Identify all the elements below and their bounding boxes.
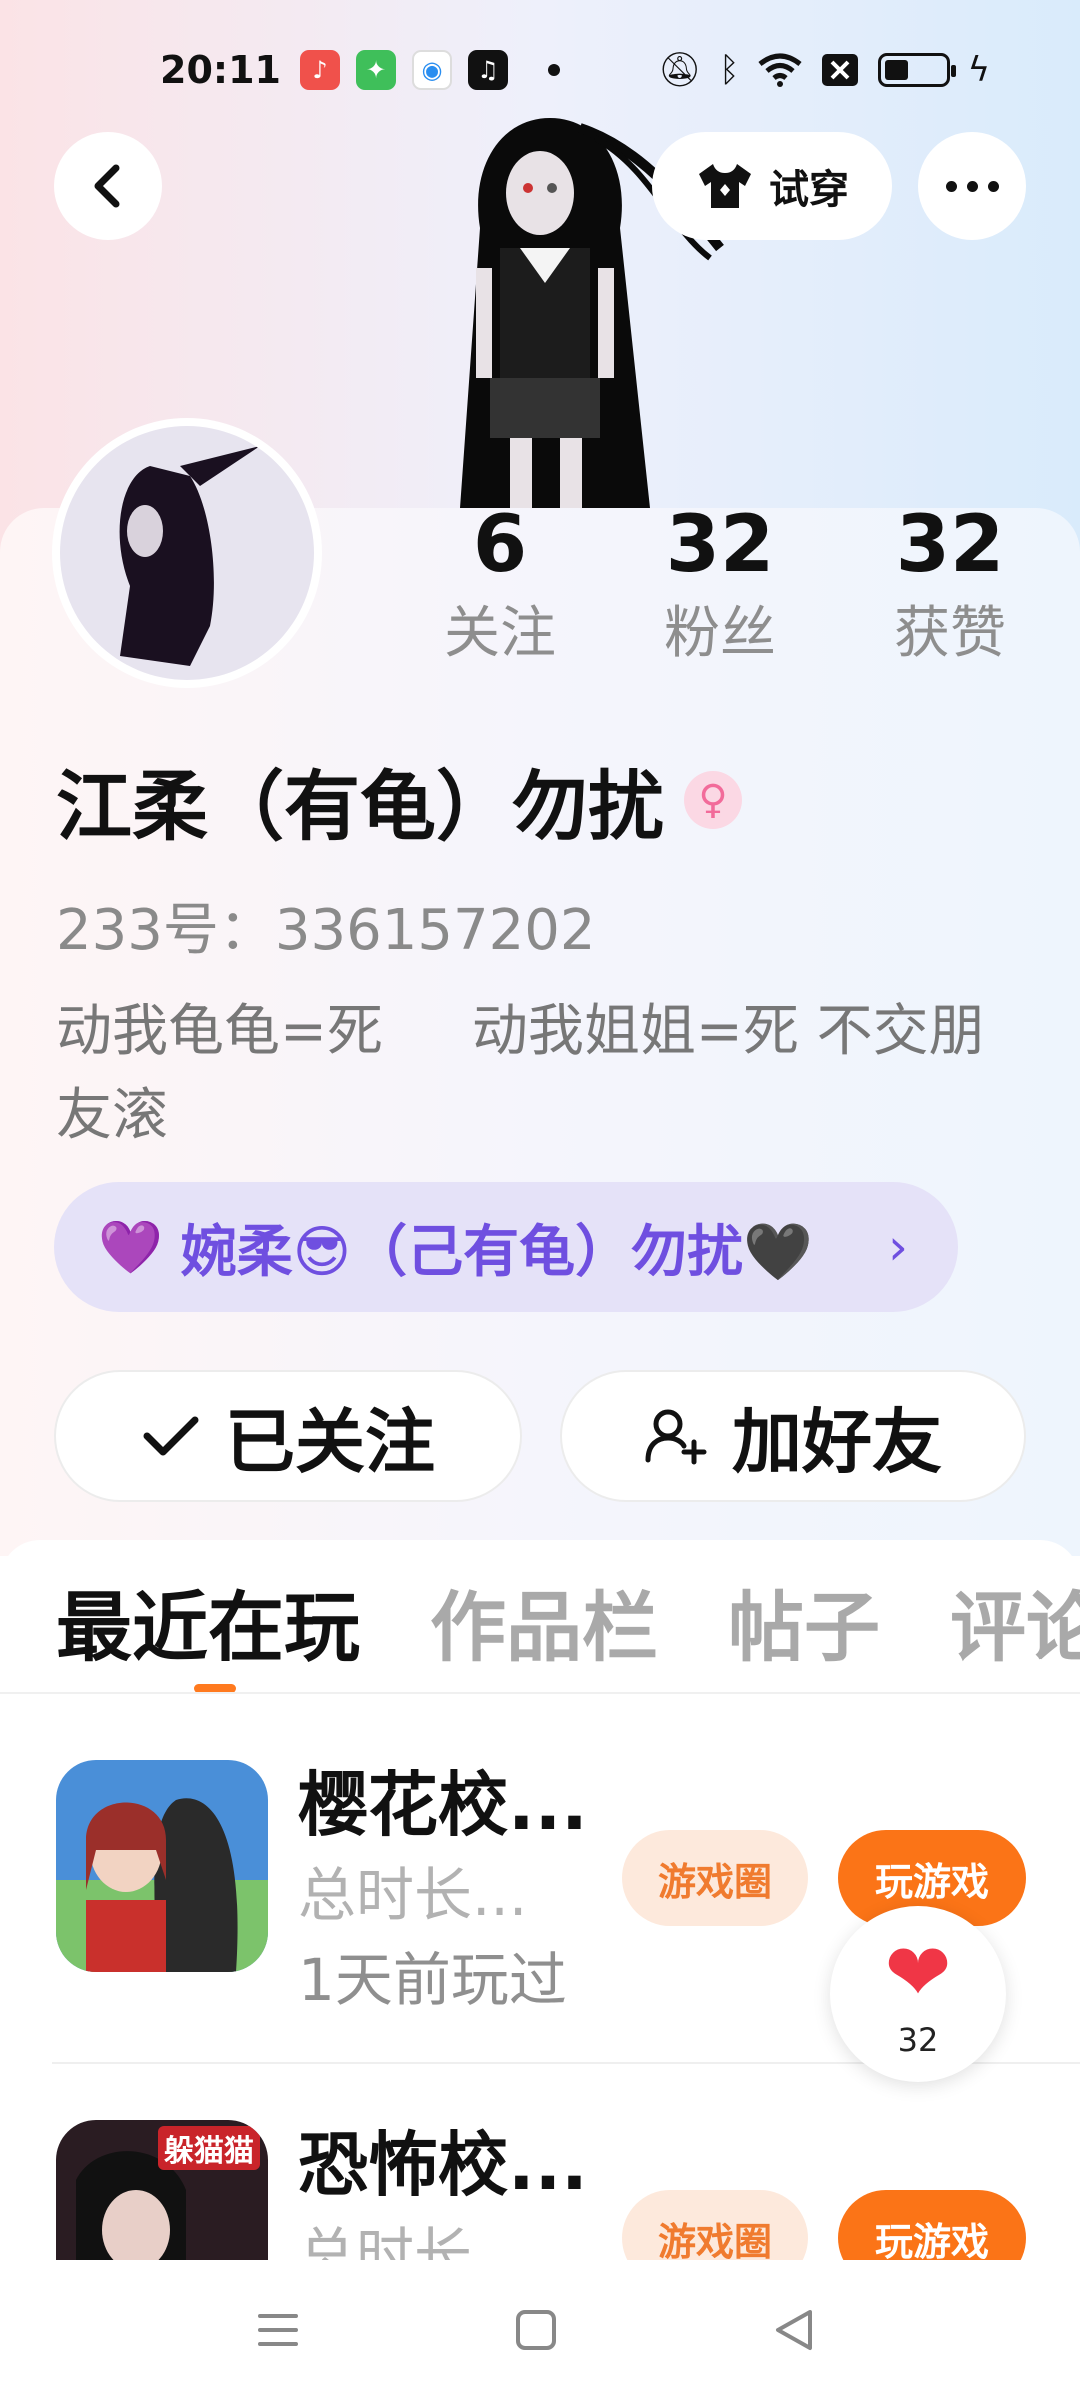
- chevron-right-icon: ›: [888, 1218, 908, 1276]
- profile-tabs: 最近在玩 作品栏 帖子 评论: [56, 1580, 1080, 1676]
- more-dot-icon: [945, 180, 957, 192]
- game-circle-button[interactable]: 游戏圈: [622, 2190, 808, 2260]
- battery-icon: [877, 53, 956, 87]
- stat-number: 32: [895, 500, 1005, 590]
- search-app-icon: ◉: [412, 50, 452, 90]
- play-game-button[interactable]: 玩游戏: [838, 2190, 1026, 2260]
- stat-label: 粉丝: [664, 601, 776, 666]
- game-thumbnail[interactable]: 躲猫猫: [56, 2120, 268, 2260]
- game-app-icon: ✦: [356, 50, 396, 90]
- game-thumbnail[interactable]: [56, 1760, 268, 1972]
- back-nav-button[interactable]: [754, 2300, 834, 2360]
- add-friend-button[interactable]: 加好友: [560, 1370, 1026, 1502]
- stat-followers[interactable]: 32 粉丝: [620, 500, 820, 674]
- add-friend-label: 加好友: [732, 1400, 942, 1483]
- female-gender-icon: ♀: [684, 771, 742, 829]
- stat-label: 获赞: [894, 601, 1006, 666]
- tab-recently-played[interactable]: 最近在玩: [56, 1580, 360, 1676]
- game-thumb-badge: 躲猫猫: [158, 2126, 260, 2170]
- notification-dot-icon: [548, 64, 560, 76]
- game-cover-image: [56, 1760, 268, 1972]
- avatar[interactable]: [52, 418, 322, 688]
- music-app-icon: ♪: [300, 50, 340, 90]
- try-on-button[interactable]: 试穿: [652, 132, 892, 240]
- tab-divider: [0, 1692, 1080, 1694]
- heart-icon: ❤: [884, 1926, 952, 2019]
- no-sim-icon: [821, 54, 858, 86]
- triangle-back-icon: [776, 2310, 812, 2350]
- charging-icon: ϟ: [967, 50, 990, 90]
- profile-stats: 6 关注 32 粉丝 32 获赞: [400, 500, 1040, 690]
- wifi-icon: [758, 53, 802, 87]
- partner-link[interactable]: 💜 婉柔😎（己有龟）勿扰🖤 ›: [54, 1182, 958, 1312]
- game-total-time: 总时长...: [298, 1861, 528, 1929]
- stat-label: 关注: [444, 601, 556, 666]
- more-dot-icon: [966, 180, 978, 192]
- try-on-label: 试穿: [769, 167, 849, 213]
- system-nav-bar: [0, 2260, 1080, 2400]
- avatar-image: [119, 446, 260, 666]
- profile-name: 江柔（有龟）勿扰: [56, 762, 664, 851]
- stat-number: 32: [665, 500, 775, 590]
- stat-following[interactable]: 6 关注: [400, 500, 600, 674]
- bluetooth-icon: ᛒ: [719, 50, 740, 90]
- tab-comments[interactable]: 评论: [950, 1580, 1080, 1676]
- like-count: 32: [897, 2021, 939, 2059]
- stat-likes[interactable]: 32 获赞: [850, 500, 1050, 674]
- double-heart-icon: 💜: [98, 1217, 163, 1278]
- profile-content-area: 最近在玩 作品栏 帖子 评论 樱花校... 总时长... 1天前玩过 游戏圈 玩…: [0, 1540, 1080, 2260]
- add-person-icon: [645, 1409, 707, 1465]
- following-label: 已关注: [225, 1400, 435, 1483]
- game-total-time: 总时长...: [298, 2221, 528, 2260]
- game-title: 樱花校...: [298, 1764, 588, 1846]
- checkmark-icon: [143, 1416, 199, 1456]
- status-bar: 20:11 ♪ ✦ ◉ ♫ 🔕︎ ᛒ ϟ: [0, 40, 1080, 100]
- mute-icon: 🔕︎: [657, 50, 702, 90]
- following-button[interactable]: 已关注: [54, 1370, 522, 1502]
- recent-apps-button[interactable]: [238, 2300, 318, 2360]
- square-icon: [516, 2310, 556, 2350]
- more-options-button[interactable]: [918, 132, 1026, 240]
- account-id[interactable]: 233号：336157202: [56, 885, 596, 966]
- game-title: 恐怖校...: [298, 2124, 588, 2206]
- list-item[interactable]: 躲猫猫 恐怖校... 总时长... 游戏圈 玩游戏: [0, 2120, 1080, 2260]
- profile-bio: 动我龟龟=死 动我姐姐=死 不交朋友滚: [56, 999, 985, 1148]
- profile-name-row: 江柔（有龟）勿扰 ♀: [56, 745, 742, 855]
- home-button[interactable]: [496, 2300, 576, 2360]
- game-circle-button[interactable]: 游戏圈: [622, 1830, 808, 1926]
- tab-works[interactable]: 作品栏: [430, 1580, 658, 1676]
- game-last-played: 1天前玩过: [298, 1946, 567, 2014]
- like-button[interactable]: ❤ 32: [830, 1906, 1006, 2082]
- status-time: 20:11: [160, 48, 281, 92]
- menu-icon: [258, 2314, 298, 2346]
- more-dot-icon: [987, 180, 999, 192]
- stat-number: 6: [472, 500, 528, 590]
- tab-posts[interactable]: 帖子: [728, 1580, 880, 1676]
- tiktok-app-icon: ♫: [468, 50, 508, 90]
- chevron-left-icon: [94, 164, 120, 208]
- tshirt-icon: [699, 164, 751, 208]
- back-button[interactable]: [54, 132, 162, 240]
- partner-name: 婉柔😎（己有龟）勿扰🖤: [180, 1219, 813, 1285]
